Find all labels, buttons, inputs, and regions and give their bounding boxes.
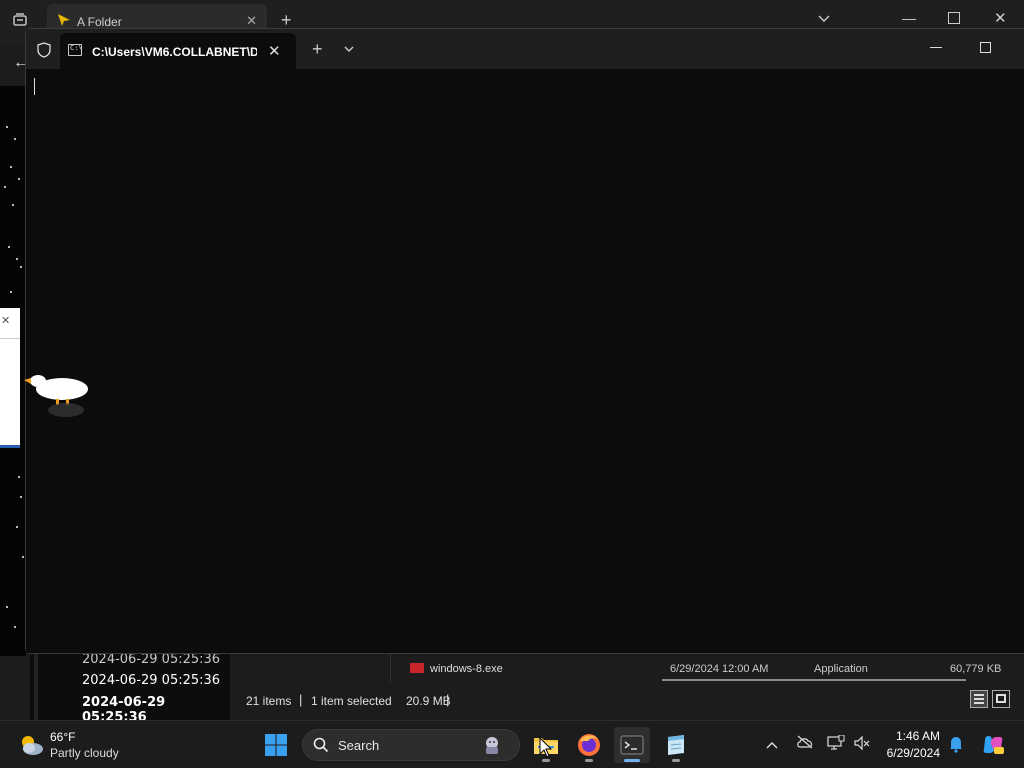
list-icon (974, 694, 984, 704)
divider: | (299, 692, 303, 707)
clock-date[interactable]: 6/29/2024 (870, 746, 940, 760)
close-icon[interactable]: ✕ (268, 42, 281, 60)
running-indicator (542, 759, 550, 762)
folder-shortcut-icon (58, 14, 70, 26)
windows-start-icon[interactable] (264, 733, 288, 757)
timestamp: 2024-06-29 05:25:36 (82, 652, 221, 667)
explorer-tab-title: A Folder (77, 15, 122, 29)
notification-bell-icon[interactable] (946, 735, 966, 755)
terminal-output[interactable] (26, 69, 1024, 653)
maximize-icon[interactable] (980, 42, 991, 53)
divider (390, 652, 391, 682)
text-cursor (34, 78, 35, 95)
command-prompt-icon: C:\ (68, 44, 83, 56)
table-row[interactable]: windows-8.exe 6/29/2024 12:00 AM Applica… (410, 660, 1020, 678)
tiles-icon (996, 694, 1006, 703)
status-bar: 21 items | 1 item selected 20.9 MB | (232, 682, 1022, 720)
network-icon[interactable] (826, 734, 846, 755)
terminal-window: C:\ C:\Users\VM6.COLLABNET\Dc ✕ + (25, 28, 1024, 654)
firefox-icon (578, 734, 600, 756)
file-date: 6/29/2024 12:00 AM (670, 663, 769, 675)
details-view-button[interactable] (970, 690, 988, 708)
clock-time[interactable]: 1:46 AM (880, 729, 940, 743)
timestamp: 2024-06-29 05:25:36 (82, 673, 221, 688)
partly-cloudy-icon (22, 736, 43, 755)
terminal-title-bar: C:\ C:\Users\VM6.COLLABNET\Dc ✕ + (26, 29, 1024, 69)
shield-icon (37, 42, 51, 58)
active-indicator (624, 759, 640, 762)
file-list: windows-8.exe 6/29/2024 12:00 AM Applica… (232, 652, 1022, 682)
chevron-down-icon[interactable] (344, 44, 354, 56)
search-highlight-icon (486, 737, 498, 754)
terminal-taskbar-button[interactable] (614, 727, 650, 763)
onedrive-offline-icon[interactable] (795, 735, 815, 755)
file-type: Application (814, 663, 868, 675)
item-count: 21 items (246, 694, 292, 708)
notepad-icon (668, 735, 684, 755)
weather-temperature: 66°F (50, 730, 76, 744)
close-icon[interactable]: ✕ (246, 13, 257, 29)
running-indicator (672, 759, 680, 762)
selection-count: 1 item selected (311, 694, 392, 708)
running-indicator (585, 759, 593, 762)
horizontal-scrollbar[interactable] (662, 679, 966, 681)
copilot-icon[interactable] (980, 732, 1006, 758)
timestamp-column: 2024-06-29 05:25:36 2024-06-29 05:25:36 … (30, 652, 230, 725)
new-tab-icon[interactable]: + (312, 39, 323, 60)
chevron-up-icon[interactable] (762, 735, 782, 755)
divider (0, 338, 20, 339)
chevron-down-icon[interactable] (818, 12, 830, 26)
weather-description: Partly cloudy (50, 746, 119, 760)
background-dialog: ✕ (0, 308, 20, 448)
minimize-icon[interactable]: — (902, 10, 916, 26)
minimize-icon[interactable] (930, 47, 942, 48)
search-placeholder: Search (338, 738, 380, 753)
volume-muted-icon[interactable] (852, 735, 872, 755)
file-name: windows-8.exe (430, 663, 503, 675)
tiles-view-button[interactable] (992, 690, 1010, 708)
close-icon[interactable]: ✕ (1, 314, 10, 327)
mouse-pointer-icon (539, 737, 553, 758)
notepad-taskbar-button[interactable] (658, 727, 694, 763)
taskbar: 66°F Partly cloudy Search 1:46 AM 6/29/2… (0, 720, 1024, 768)
firefox-taskbar-button[interactable] (571, 727, 607, 763)
restore-icon[interactable] (948, 12, 960, 24)
window-close-icon[interactable]: ✕ (994, 9, 1007, 27)
terminal-icon (620, 735, 644, 755)
terminal-tab-title: C:\Users\VM6.COLLABNET\Dc (92, 45, 257, 59)
divider: | (446, 692, 450, 707)
application-icon (410, 663, 424, 673)
search-icon (313, 737, 329, 753)
taskbar-search[interactable]: Search (302, 729, 520, 761)
selection-size: 20.9 MB (406, 694, 451, 708)
desktop-goose-icon (24, 375, 88, 417)
terminal-tab[interactable]: C:\ C:\Users\VM6.COLLABNET\Dc ✕ (60, 33, 296, 69)
divider (34, 652, 38, 720)
file-size: 60,779 KB (950, 663, 1002, 675)
